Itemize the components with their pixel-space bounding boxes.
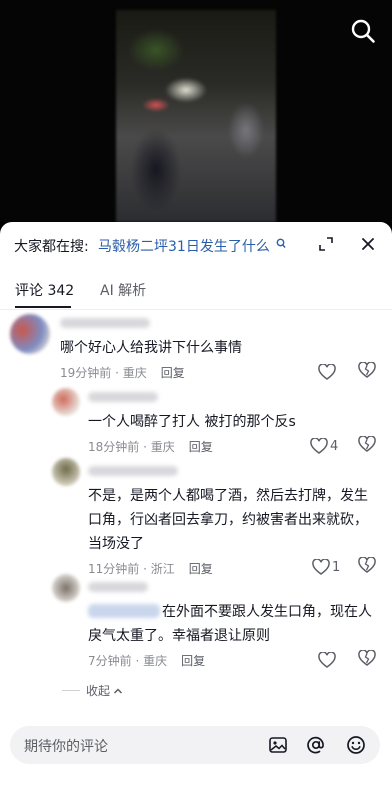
avatar[interactable] (52, 574, 80, 602)
heart-icon (318, 652, 336, 668)
tab-comments[interactable]: 评论 342 (15, 280, 74, 300)
avatar[interactable] (10, 314, 50, 354)
comment-meta: 7分钟前 · 重庆 回复 (88, 652, 205, 669)
username[interactable] (88, 466, 178, 476)
search-suggestion-bar[interactable]: 大家都在搜: 马毂杨二坪31日发生了什么 (0, 222, 392, 266)
dislike-icon[interactable] (358, 361, 378, 382)
avatar[interactable] (52, 388, 80, 416)
reply-button[interactable]: 回复 (181, 654, 205, 668)
expand-icon[interactable] (314, 232, 338, 256)
comment-input[interactable]: 期待你的评论 (10, 726, 380, 764)
collapse-replies-button[interactable]: 收起 (62, 682, 123, 699)
heart-icon (310, 438, 328, 454)
search-icon[interactable] (350, 18, 376, 44)
comment-item: 不是，是两个人都喝了酒，然后去打牌，发生口角，行凶者回去拿刀，约被害者出来就砍，… (0, 458, 392, 576)
reply-button[interactable]: 回复 (189, 440, 213, 454)
at-icon[interactable] (306, 735, 326, 755)
heart-icon (318, 364, 336, 380)
comment-text: 不是，是两个人都喝了酒，然后去打牌，发生口角，行凶者回去拿刀，约被害者出来就砍，… (88, 488, 368, 552)
tab-ai-analysis[interactable]: AI 解析 (100, 280, 146, 300)
search-q-icon (276, 235, 286, 248)
like-button[interactable] (318, 650, 358, 670)
video-frame[interactable] (116, 10, 276, 222)
comment-item: 哪个好心人给我讲下什么事情 19分钟前 · 重庆 回复 (0, 310, 392, 384)
active-tab-indicator (15, 306, 71, 308)
like-button[interactable] (318, 362, 358, 382)
search-suggestion-link[interactable]: 马毂杨二坪31日发生了什么 (98, 236, 270, 256)
close-icon[interactable] (356, 232, 380, 256)
comment-item: 在外面不要跟人发生口角，现在人戾气太重了。幸福者退让原则 7分钟前 · 重庆 回复 (0, 574, 392, 684)
video-player[interactable] (0, 0, 392, 222)
comment-time: 18分钟前 · 重庆 (88, 440, 175, 454)
comment-tabs: 评论 342 AI 解析 (0, 266, 392, 310)
comment-meta: 19分钟前 · 重庆 回复 (60, 364, 185, 381)
comment-item: 一个人喝醉了打人 被打的那个反s 18分钟前 · 重庆 回复 4 (0, 384, 392, 460)
username[interactable] (88, 582, 148, 592)
comment-text: 哪个好心人给我讲下什么事情 (60, 340, 242, 356)
emoji-icon[interactable] (346, 735, 366, 755)
comment-meta: 18分钟前 · 重庆 回复 (88, 438, 213, 455)
dislike-icon[interactable] (358, 435, 378, 456)
collapse-label: 收起 (86, 684, 111, 698)
comment-input-placeholder[interactable]: 期待你的评论 (24, 736, 108, 756)
image-icon[interactable] (268, 735, 288, 755)
comment-text: 一个人喝醉了打人 被打的那个反s (88, 414, 296, 430)
dislike-icon[interactable] (358, 649, 378, 670)
like-count: 1 (332, 559, 341, 575)
chevron-up-icon (113, 687, 123, 694)
like-count: 4 (330, 438, 339, 454)
avatar[interactable] (52, 458, 80, 486)
comment-text: 在外面不要跟人发生口角，现在人戾气太重了。幸福者退让原则 (88, 604, 372, 644)
like-button[interactable]: 4 (310, 436, 350, 456)
comment-time: 7分钟前 · 重庆 (88, 654, 168, 668)
collapse-divider (62, 690, 80, 691)
username[interactable] (60, 318, 150, 328)
search-suggestion-prefix: 大家都在搜: (14, 239, 89, 255)
username[interactable] (88, 392, 158, 402)
comment-time: 19分钟前 · 重庆 (60, 366, 147, 380)
comment-sheet: 大家都在搜: 马毂杨二坪31日发生了什么 评论 342 AI 解析 哪个好心人给… (0, 222, 392, 800)
heart-icon (312, 559, 330, 575)
reply-button[interactable]: 回复 (161, 366, 185, 380)
